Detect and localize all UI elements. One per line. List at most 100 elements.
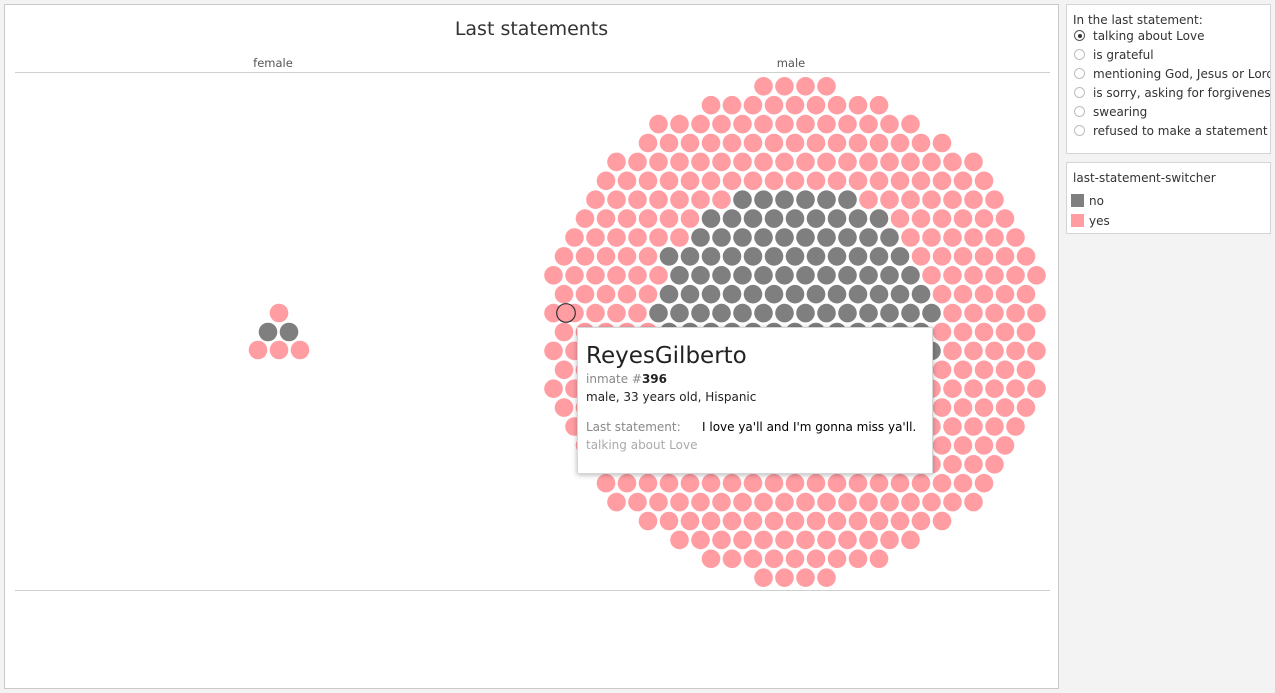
male-point[interactable] <box>785 171 805 191</box>
male-point[interactable] <box>649 190 668 209</box>
male-point[interactable] <box>1016 247 1036 266</box>
male-point[interactable] <box>743 247 763 266</box>
male-point[interactable] <box>670 228 689 247</box>
male-point[interactable] <box>848 133 868 153</box>
male-point[interactable] <box>796 568 815 587</box>
male-point[interactable] <box>911 511 931 531</box>
male-point[interactable] <box>817 303 836 323</box>
male-point[interactable] <box>554 360 574 380</box>
male-point[interactable] <box>764 284 784 304</box>
male-point[interactable] <box>785 95 805 115</box>
male-point[interactable] <box>670 303 689 323</box>
male-point[interactable] <box>649 303 668 323</box>
male-point[interactable] <box>911 284 931 304</box>
male-point[interactable] <box>901 114 920 134</box>
male-point[interactable] <box>701 284 721 304</box>
male-point[interactable] <box>943 303 962 323</box>
male-point[interactable] <box>754 568 773 587</box>
male-point[interactable] <box>1016 360 1036 380</box>
male-point[interactable] <box>565 228 584 247</box>
male-point[interactable] <box>901 228 920 247</box>
male-point[interactable] <box>964 492 983 512</box>
male-point[interactable] <box>628 152 647 172</box>
male-point[interactable] <box>617 473 637 493</box>
male-point[interactable] <box>701 473 721 493</box>
male-point[interactable] <box>1016 322 1036 342</box>
male-point[interactable] <box>838 228 857 247</box>
male-point[interactable] <box>995 360 1015 380</box>
male-point[interactable] <box>827 549 847 569</box>
male-point[interactable] <box>943 455 962 474</box>
male-point[interactable] <box>628 303 647 323</box>
male-point[interactable] <box>680 209 700 228</box>
male-point[interactable] <box>1006 303 1025 323</box>
male-point[interactable] <box>880 228 899 247</box>
male-point[interactable] <box>806 247 826 266</box>
male-point[interactable] <box>953 398 973 417</box>
male-point[interactable] <box>712 228 731 247</box>
male-point[interactable] <box>995 322 1015 342</box>
male-point[interactable] <box>775 228 794 247</box>
male-point[interactable] <box>701 247 721 266</box>
male-point[interactable] <box>827 511 847 531</box>
male-point[interactable] <box>764 95 784 115</box>
male-point[interactable] <box>880 266 899 285</box>
male-point[interactable] <box>785 473 805 493</box>
male-point[interactable] <box>638 511 658 531</box>
male-point[interactable] <box>796 114 815 134</box>
male-point[interactable] <box>649 266 668 285</box>
male-point[interactable] <box>596 171 616 191</box>
male-point[interactable] <box>722 247 742 266</box>
male-point[interactable] <box>554 398 574 417</box>
male-point[interactable] <box>995 247 1015 266</box>
male-point[interactable] <box>932 322 952 342</box>
male-point[interactable] <box>754 114 773 134</box>
male-point[interactable] <box>974 284 994 304</box>
male-point[interactable] <box>796 190 815 209</box>
male-point[interactable] <box>922 152 941 172</box>
male-point[interactable] <box>943 228 962 247</box>
male-point[interactable] <box>628 228 647 247</box>
filter-option-5[interactable]: refused to make a statement <box>1067 122 1270 141</box>
male-point[interactable] <box>775 77 794 96</box>
male-point[interactable] <box>670 266 689 285</box>
male-point[interactable] <box>649 114 668 134</box>
male-point[interactable] <box>817 266 836 285</box>
female-point[interactable] <box>248 340 268 360</box>
male-point[interactable] <box>880 152 899 172</box>
male-point[interactable] <box>649 492 668 512</box>
male-point[interactable] <box>764 209 784 228</box>
male-point[interactable] <box>838 266 857 285</box>
male-point[interactable] <box>691 114 710 134</box>
male-point[interactable] <box>743 511 763 531</box>
male-point[interactable] <box>680 247 700 266</box>
male-point[interactable] <box>911 209 931 228</box>
male-point[interactable] <box>586 190 605 209</box>
male-point[interactable] <box>722 549 742 569</box>
male-point[interactable] <box>796 303 815 323</box>
male-point[interactable] <box>670 530 689 550</box>
male-point[interactable] <box>964 152 983 172</box>
male-point[interactable] <box>859 266 878 285</box>
female-point[interactable] <box>258 322 278 342</box>
male-point[interactable] <box>617 209 637 228</box>
male-point[interactable] <box>701 209 721 228</box>
male-point[interactable] <box>796 152 815 172</box>
male-point[interactable] <box>701 171 721 191</box>
male-point[interactable] <box>733 530 752 550</box>
male-point[interactable] <box>680 171 700 191</box>
male-point[interactable] <box>722 473 742 493</box>
male-point[interactable] <box>722 171 742 191</box>
male-point[interactable] <box>775 266 794 285</box>
male-point[interactable] <box>869 247 889 266</box>
male-point[interactable] <box>827 473 847 493</box>
male-point[interactable] <box>859 152 878 172</box>
male-point[interactable] <box>859 530 878 550</box>
male-point[interactable] <box>764 473 784 493</box>
male-point[interactable] <box>869 171 889 191</box>
male-point[interactable] <box>680 284 700 304</box>
male-point[interactable] <box>974 209 994 228</box>
male-point[interactable] <box>659 171 679 191</box>
male-point[interactable] <box>775 568 794 587</box>
male-point[interactable] <box>743 209 763 228</box>
